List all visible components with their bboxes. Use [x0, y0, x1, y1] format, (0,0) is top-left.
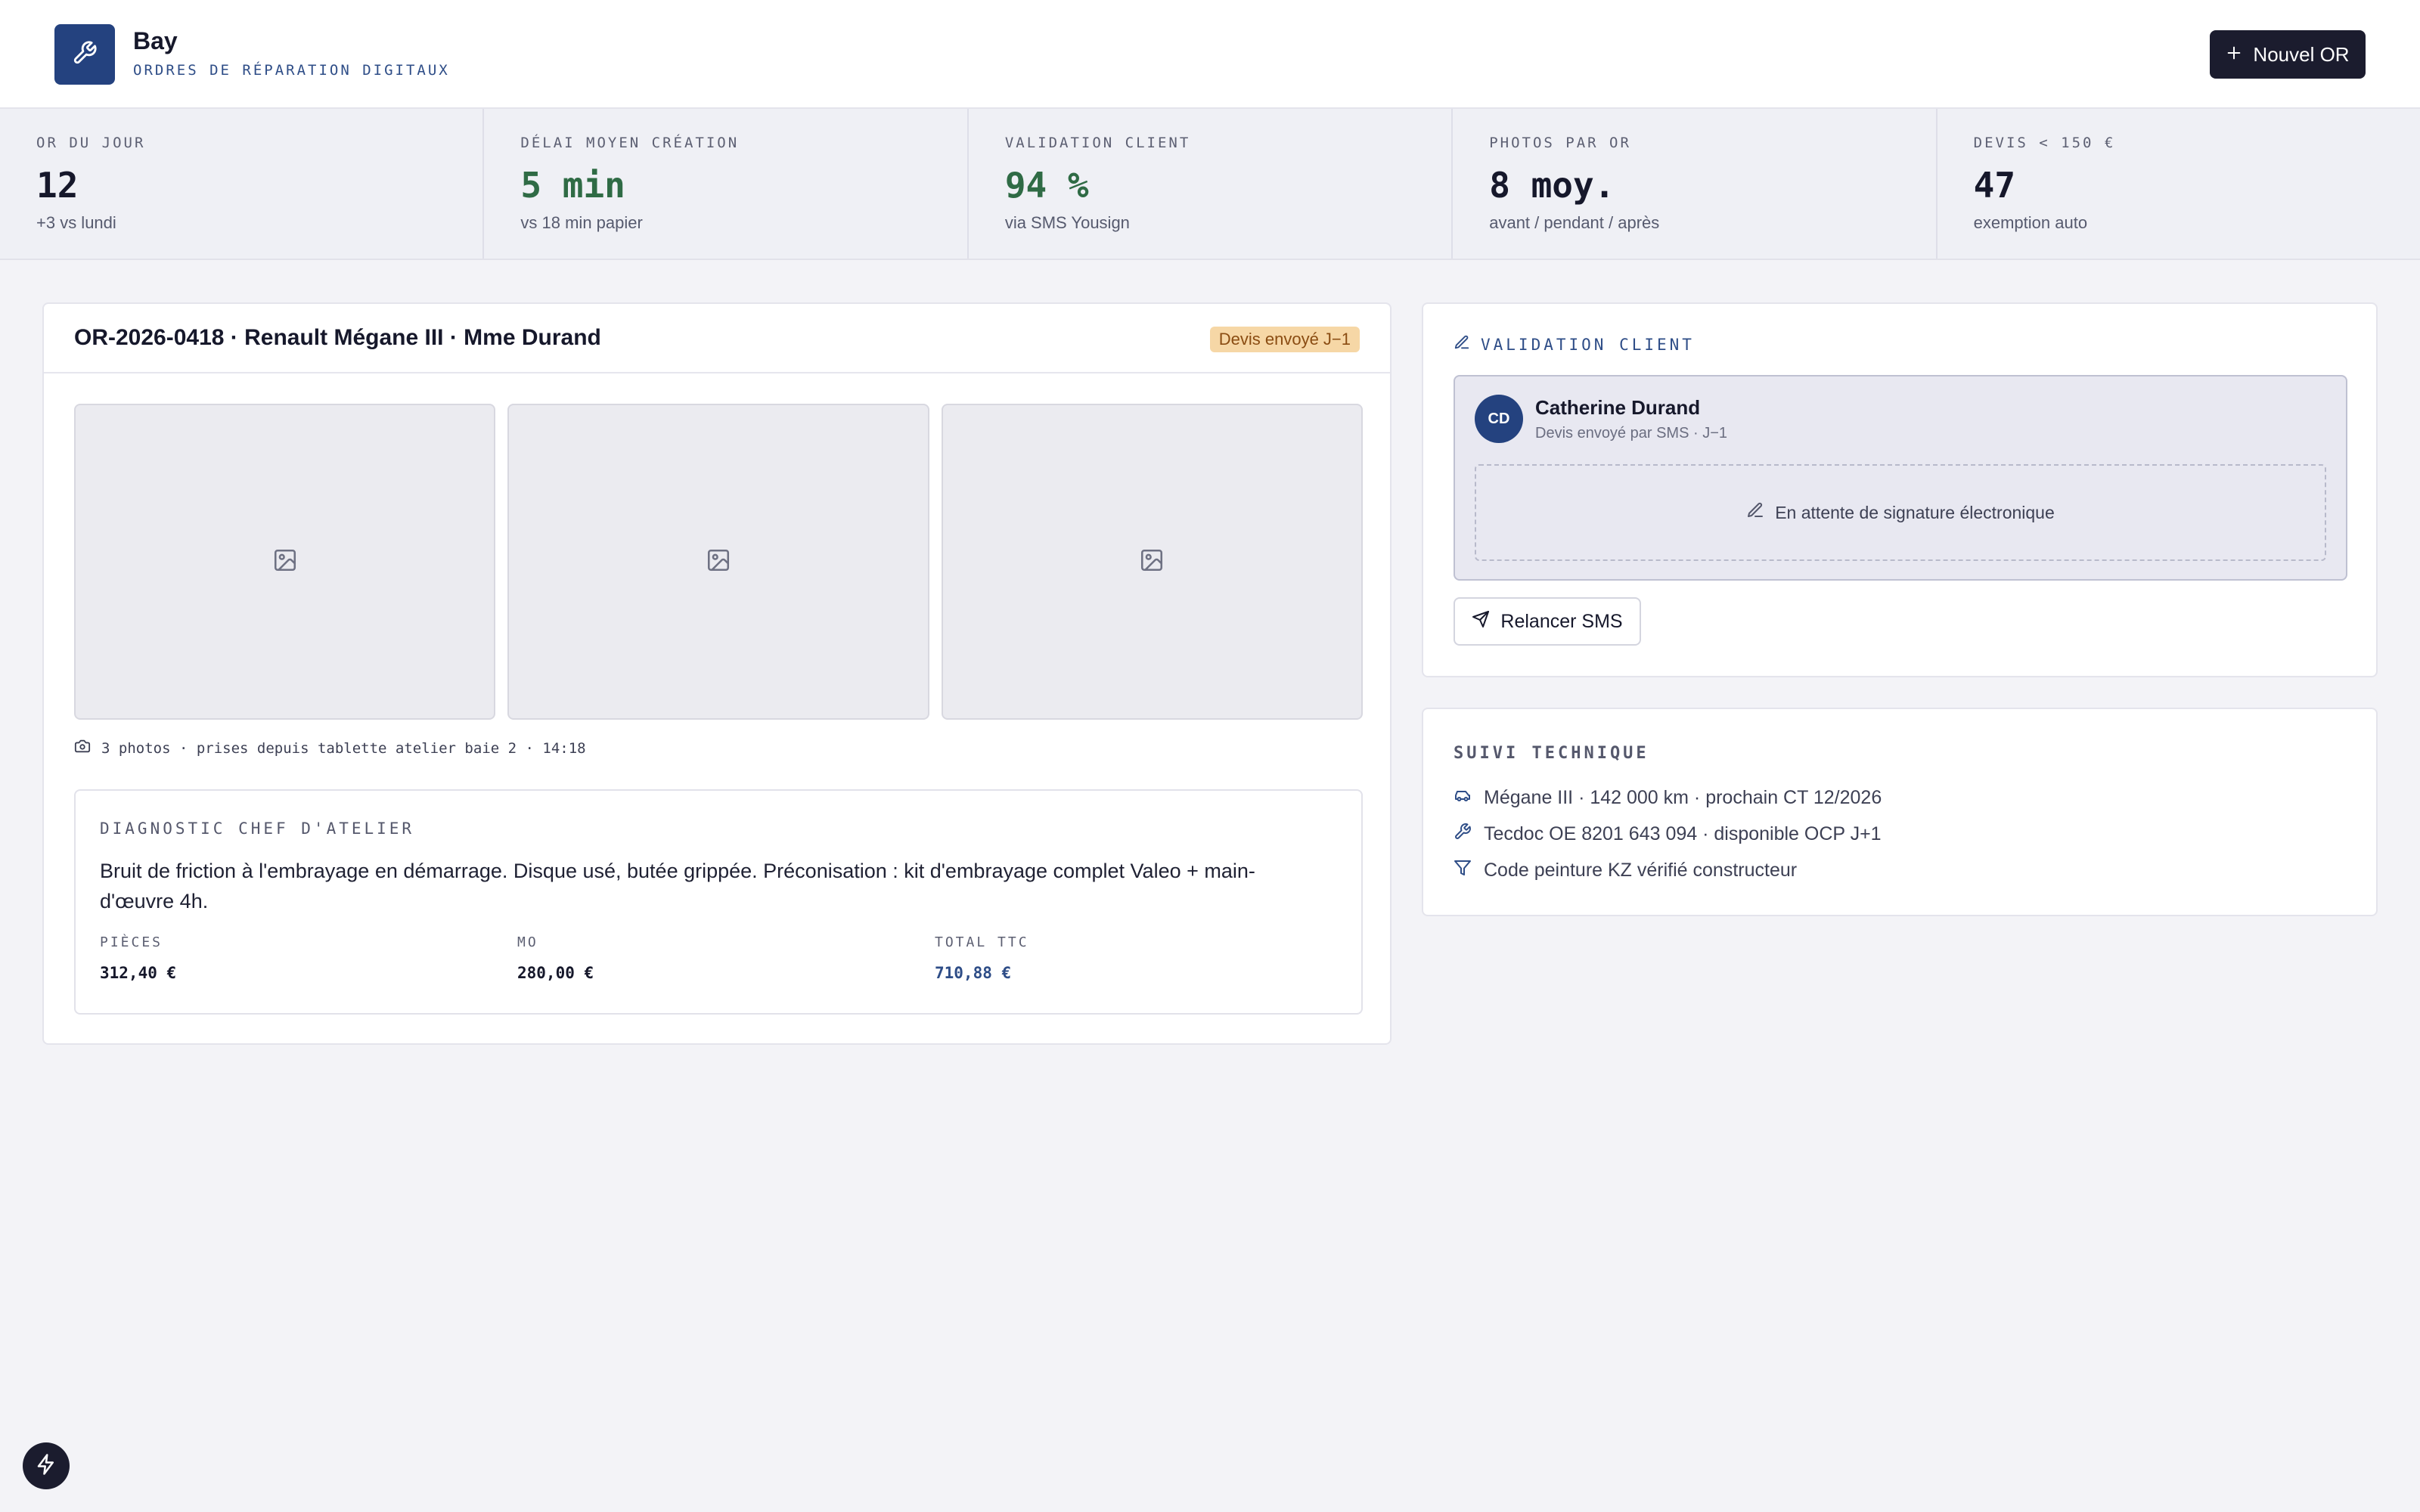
kpi-value: 5 min — [520, 165, 625, 206]
pencil-icon — [1454, 334, 1470, 355]
resend-sms-button[interactable]: Relancer SMS — [1454, 597, 1641, 646]
signature-status: En attente de signature électronique — [1775, 502, 2055, 522]
kpi-value: 94 % — [1004, 165, 1089, 206]
kpi-sub: avant / pendant / après — [1489, 213, 1660, 232]
cost-value: 312,40 € — [100, 964, 177, 982]
kpi-value: 8 moy. — [1489, 165, 1615, 206]
image-icon — [272, 547, 298, 577]
kpi-label: PHOTOS PAR OR — [1489, 135, 1631, 151]
cost-total: TOTAL TTC 710,88 € — [935, 934, 1029, 982]
photo-caption: 3 photos · prises depuis tablette atelie… — [74, 738, 586, 758]
cost-labor: MO 280,00 € — [517, 934, 594, 982]
image-icon — [706, 547, 731, 577]
photo-thumbnail[interactable] — [941, 404, 1363, 720]
diagnostic-text: Bruit de friction à l'embrayage en démar… — [100, 860, 1255, 912]
tracking-item: Code peinture KZ vérifié constructeur — [1454, 859, 1797, 882]
kpi-label: DEVIS < 150 € — [1973, 135, 2116, 151]
tracking-section-label: SUIVI TECHNIQUE — [1454, 744, 1649, 763]
photo-gallery — [74, 404, 1363, 720]
app-logo — [54, 24, 115, 85]
validation-label-text: VALIDATION CLIENT — [1481, 335, 1695, 354]
kpi-label: VALIDATION CLIENT — [1004, 135, 1191, 151]
signature-placeholder: En attente de signature électronique — [1475, 464, 2326, 561]
tracking-item-text: Mégane III · 142 000 km · prochain CT 12… — [1484, 787, 1882, 808]
pencil-icon — [1746, 501, 1764, 524]
client-name: Catherine Durand — [1535, 396, 1701, 419]
cost-value: 280,00 € — [517, 964, 594, 982]
status-badge: Devis envoyé J−1 — [1209, 327, 1360, 352]
kpi-label: DÉLAI MOYEN CRÉATION — [520, 135, 740, 151]
order-card: OR-2026-0418 · Renault Mégane III · Mme … — [42, 302, 1392, 1045]
camera-icon — [74, 738, 91, 758]
kpi-sub: +3 vs lundi — [36, 213, 116, 232]
client-subtitle: Devis envoyé par SMS · J−1 — [1535, 425, 1727, 442]
quick-action-button[interactable] — [23, 1442, 70, 1489]
photo-caption-text: 3 photos · prises depuis tablette atelie… — [101, 739, 586, 757]
tracking-item-text: Code peinture KZ vérifié constructeur — [1484, 860, 1798, 881]
cost-parts: PIÈCES 312,40 € — [100, 934, 176, 982]
cost-label: MO — [517, 934, 538, 950]
technical-tracking-card: SUIVI TECHNIQUE Mégane III · 142 000 km … — [1422, 708, 2378, 916]
cost-label: PIÈCES — [100, 934, 163, 950]
kpi-sub: vs 18 min papier — [520, 213, 643, 232]
client-signature-box: CD Catherine Durand Devis envoyé par SMS… — [1454, 375, 2347, 581]
kpi-photos-par-or: PHOTOS PAR OR 8 moy. avant / pendant / a… — [1453, 109, 1938, 259]
kpi-value: 12 — [36, 165, 79, 206]
cost-label: TOTAL TTC — [935, 934, 1029, 950]
kpi-sub: exemption auto — [1973, 213, 2088, 232]
car-icon — [1454, 786, 1472, 810]
kpi-sub: via SMS Yousign — [1004, 213, 1130, 232]
tracking-item: Tecdoc OE 8201 643 094 · disponible OCP … — [1454, 823, 1882, 846]
client-validation-card: VALIDATION CLIENT CD Catherine Durand De… — [1422, 302, 2378, 677]
order-title: OR-2026-0418 · Renault Mégane III · Mme … — [74, 325, 601, 350]
kpi-value: 47 — [1973, 165, 2016, 206]
new-order-button[interactable]: Nouvel OR — [2210, 30, 2366, 79]
kpi-label: OR DU JOUR — [36, 135, 146, 151]
kpi-delai-moyen: DÉLAI MOYEN CRÉATION 5 min vs 18 min pap… — [484, 109, 969, 259]
kpi-devis-150: DEVIS < 150 € 47 exemption auto — [1938, 109, 2420, 259]
wrench-icon — [72, 40, 98, 70]
avatar: CD — [1475, 395, 1523, 443]
wrench-icon — [1454, 823, 1472, 846]
tracking-item: Mégane III · 142 000 km · prochain CT 12… — [1454, 786, 1882, 810]
bolt-icon — [35, 1453, 57, 1479]
app-subtitle: ORDRES DE RÉPARATION DIGITAUX — [133, 62, 450, 79]
app-name: Bay — [133, 27, 178, 54]
app-header: Bay ORDRES DE RÉPARATION DIGITAUX Nouvel… — [0, 0, 2420, 109]
kpi-bar: OR DU JOUR 12 +3 vs lundi DÉLAI MOYEN CR… — [0, 109, 2420, 260]
kpi-or-du-jour: OR DU JOUR 12 +3 vs lundi — [0, 109, 485, 259]
order-card-header: OR-2026-0418 · Renault Mégane III · Mme … — [44, 304, 1390, 373]
plus-icon — [2226, 43, 2242, 67]
validation-section-label: VALIDATION CLIENT — [1454, 334, 1695, 355]
diagnostic-panel: DIAGNOSTIC CHEF D'ATELIER Bruit de frict… — [74, 789, 1363, 1015]
cost-value: 710,88 € — [935, 964, 1012, 982]
resend-sms-label: Relancer SMS — [1500, 610, 1623, 632]
photo-thumbnail[interactable] — [507, 404, 929, 720]
image-icon — [1139, 547, 1165, 577]
filter-icon — [1454, 859, 1472, 882]
tracking-item-text: Tecdoc OE 8201 643 094 · disponible OCP … — [1484, 823, 1882, 844]
new-order-label: Nouvel OR — [2253, 42, 2350, 66]
send-icon — [1472, 610, 1490, 634]
photo-thumbnail[interactable] — [74, 404, 496, 720]
diagnostic-label: DIAGNOSTIC CHEF D'ATELIER — [100, 820, 415, 838]
kpi-validation-client: VALIDATION CLIENT 94 % via SMS Yousign — [969, 109, 1454, 259]
